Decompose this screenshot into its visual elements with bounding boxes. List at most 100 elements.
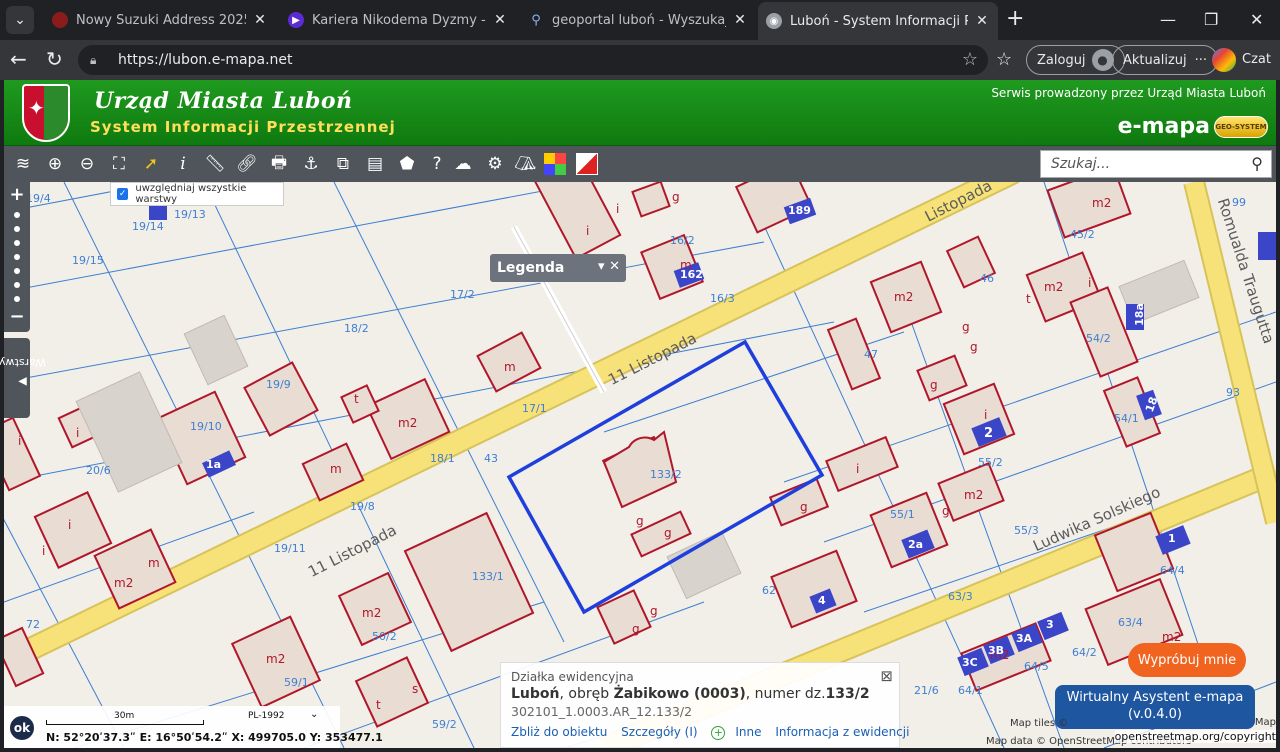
- browser-tab[interactable]: ⚲ geoportal luboń - Wyszukaj ✕: [520, 4, 756, 36]
- parcel-number: 93: [1226, 386, 1240, 399]
- osm-copyright-link[interactable]: openstreetmap.org/copyright: [1114, 730, 1276, 743]
- building-label: t: [1026, 292, 1031, 306]
- parcel-number: 59/1: [284, 676, 309, 689]
- layers-icon[interactable]: ≋: [10, 151, 36, 177]
- link-icon[interactable]: 🔗︎: [234, 151, 260, 177]
- zoom-extent-icon[interactable]: ⛶: [106, 151, 132, 177]
- try-me-button[interactable]: Wypróbuj mnie: [1128, 643, 1246, 677]
- audiobook-favicon: ▶: [288, 12, 304, 28]
- info-icon[interactable]: i: [170, 151, 196, 177]
- search-favicon: ⚲: [531, 12, 541, 28]
- parcel-kind: Działka ewidencyjna: [511, 670, 634, 684]
- parcel-number: 19/9: [266, 378, 291, 391]
- other-link[interactable]: Inne: [735, 725, 761, 739]
- zoom-level-dot[interactable]: [14, 296, 20, 302]
- zoom-level-dot[interactable]: [14, 226, 20, 232]
- all-layers-checkbox[interactable]: ✓ uwzględniaj wszystkie warstwy: [110, 182, 284, 206]
- tent-icon[interactable]: ⛺︎: [512, 151, 538, 177]
- browser-tab[interactable]: Nowy Suzuki Address 2025 - 8 90 ✕: [44, 4, 276, 36]
- layers-tab[interactable]: ▶ Warstwy: [0, 338, 46, 418]
- zoom-in-button[interactable]: +: [8, 184, 26, 205]
- new-tab-button[interactable]: +: [1006, 8, 1024, 30]
- building-label: g: [930, 378, 938, 392]
- zoom-level-dot[interactable]: [14, 212, 20, 218]
- pin-icon[interactable]: ⚓︎: [298, 151, 324, 177]
- building-label: m: [504, 360, 516, 374]
- zoom-slider[interactable]: + −: [4, 182, 30, 332]
- pointer-icon[interactable]: ➚: [138, 151, 164, 177]
- color-grid-icon[interactable]: [544, 153, 566, 175]
- zoom-out-button[interactable]: −: [8, 306, 26, 327]
- update-button[interactable]: Aktualizuj ···: [1112, 45, 1219, 75]
- chevron-down-icon[interactable]: ▾: [598, 259, 605, 274]
- star-icon[interactable]: ☆: [962, 49, 978, 70]
- zoom-in-icon[interactable]: ⊕: [42, 151, 68, 177]
- building-label: m2: [266, 652, 286, 666]
- zoom-level-dot[interactable]: [14, 240, 20, 246]
- back-button[interactable]: ←: [10, 48, 27, 70]
- crs-select[interactable]: PL-1992: [248, 711, 284, 721]
- flag-icon[interactable]: [576, 153, 598, 175]
- favorites-icon[interactable]: ☆: [996, 49, 1012, 70]
- restore-button[interactable]: ❐: [1204, 10, 1218, 29]
- registry-info-link[interactable]: Informacja z ewidencji: [775, 725, 909, 739]
- print-icon[interactable]: 🖶: [266, 151, 292, 177]
- login-button[interactable]: Zaloguj ●: [1026, 45, 1125, 75]
- scale-label: 30m: [114, 711, 135, 721]
- zoom-level-dot[interactable]: [14, 282, 20, 288]
- building-label: i: [984, 408, 988, 422]
- close-icon[interactable]: ✕: [492, 12, 508, 28]
- app-header: ✦ Urząd Miasta Luboń System Informacji P…: [4, 80, 1276, 146]
- settings-icon[interactable]: ⚙: [482, 151, 508, 177]
- compare-icon[interactable]: ⧉: [330, 151, 356, 177]
- building-label: i: [68, 518, 72, 532]
- reload-button[interactable]: ↻: [46, 48, 63, 70]
- browser-tab-active[interactable]: ◉ Luboń - System Informacji Przestrz ✕: [758, 2, 998, 40]
- details-link[interactable]: Szczegóły (I): [621, 725, 697, 739]
- browser-tab[interactable]: ▶ Kariera Nikodema Dyzmy - Audiob ✕: [280, 4, 516, 36]
- zoom-level-dot[interactable]: [14, 254, 20, 260]
- globe-favicon: ◉: [766, 13, 782, 29]
- zoom-out-icon[interactable]: ⊖: [74, 151, 100, 177]
- zoom-to-object-link[interactable]: Zbliż do obiektu: [511, 725, 607, 739]
- close-icon[interactable]: ✕: [609, 259, 620, 274]
- help-icon[interactable]: ?: [424, 151, 450, 177]
- split-view-icon[interactable]: ▤: [362, 151, 388, 177]
- address-bar[interactable]: 🔒︎ https://lubon.e-mapa.net ☆: [78, 45, 988, 75]
- close-icon[interactable]: ✕: [974, 13, 990, 29]
- search-icon[interactable]: ⚲: [1251, 154, 1263, 173]
- virtual-assistant-button[interactable]: Wirtualny Asystent e-mapa (v.0.4.0): [1055, 685, 1255, 729]
- building-label: g: [636, 514, 644, 528]
- checkmark-icon: ✓: [117, 188, 129, 200]
- minimize-button[interactable]: —: [1160, 10, 1176, 29]
- browser-tabstrip: ⌄ Nowy Suzuki Address 2025 - 8 90 ✕ ▶ Ka…: [0, 0, 1280, 40]
- parcel-number: 18/2: [344, 322, 369, 335]
- plus-icon[interactable]: +: [711, 726, 726, 740]
- close-window-button[interactable]: ✕: [1250, 10, 1263, 29]
- measure-icon[interactable]: 📏︎: [202, 151, 228, 177]
- building-label: t: [376, 698, 381, 712]
- chevron-down-icon[interactable]: ⌄: [310, 709, 318, 720]
- copilot-icon[interactable]: [1212, 48, 1236, 72]
- close-icon[interactable]: ✕: [252, 12, 268, 28]
- ok-button[interactable]: ok: [8, 714, 36, 742]
- parcel-number: 21/6: [914, 684, 939, 697]
- parcel-number: 19/14: [132, 220, 164, 233]
- parcel-number: 59/2: [432, 718, 457, 731]
- building-label: i: [76, 426, 80, 440]
- zoom-level-dot[interactable]: [14, 268, 20, 274]
- house-number: 1: [1168, 532, 1176, 545]
- parcel-number: 17/1: [522, 402, 547, 415]
- search-input[interactable]: Szukaj... ⚲: [1040, 150, 1272, 178]
- building-label: i: [1088, 276, 1092, 290]
- building-label: s: [412, 682, 419, 696]
- legend-panel[interactable]: Legenda ▾ ✕: [490, 254, 626, 282]
- close-icon[interactable]: ✕: [732, 12, 748, 28]
- building-label: g: [970, 340, 978, 354]
- close-icon[interactable]: ⊠: [880, 667, 893, 685]
- parcel-number: 55/2: [978, 456, 1003, 469]
- chat-label[interactable]: Czat: [1242, 52, 1271, 67]
- shape-icon[interactable]: ⬟: [394, 151, 420, 177]
- tab-list-button[interactable]: ⌄: [6, 6, 34, 34]
- cloud-upload-icon[interactable]: ☁: [450, 151, 476, 177]
